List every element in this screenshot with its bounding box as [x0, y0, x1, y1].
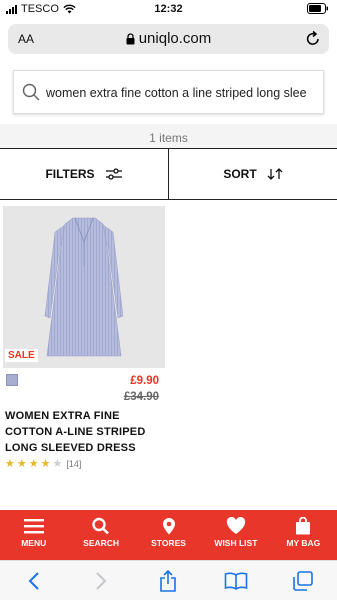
share-icon [160, 569, 177, 592]
filters-button[interactable]: FILTERS [0, 149, 169, 199]
product-card[interactable]: SALE £9.90 £34.90 WOMEN EXTRA FINE COTTO… [3, 206, 165, 470]
tabs-icon [293, 570, 314, 591]
product-name[interactable]: WOMEN EXTRA FINE COTTON A-LINE STRIPED L… [5, 408, 165, 456]
star-icon: ★ [28, 458, 39, 470]
nav-menu-label: MENU [21, 538, 47, 548]
results-count: 1 items [149, 131, 188, 145]
color-swatch[interactable] [6, 374, 18, 386]
sort-arrows-icon [267, 168, 283, 180]
search-input[interactable] [46, 82, 321, 104]
nav-bag[interactable]: MY BAG [270, 510, 337, 560]
rating-count: [14] [66, 458, 82, 469]
search-box[interactable] [13, 70, 324, 114]
tabs-button[interactable] [288, 566, 318, 596]
rating: ★ ★ ★ ★ ★ [14] [5, 457, 81, 470]
heart-icon [226, 517, 245, 534]
sort-button[interactable]: SORT [169, 149, 337, 199]
clock: 12:32 [154, 3, 183, 15]
star-icon: ★ [5, 458, 15, 470]
nav-search[interactable]: SEARCH [67, 510, 134, 560]
forward-button[interactable] [86, 566, 116, 596]
nav-bag-label: MY BAG [286, 538, 321, 548]
reload-icon[interactable] [305, 30, 321, 47]
nav-menu[interactable]: MENU [0, 510, 67, 560]
sale-badge: SALE [5, 349, 38, 362]
location-pin-icon [162, 518, 175, 535]
lock-icon [126, 33, 135, 45]
share-button[interactable] [153, 566, 183, 596]
sale-price: £9.90 [130, 375, 159, 387]
nav-wishlist-label: WISH LIST [214, 538, 258, 548]
product-image[interactable]: SALE [3, 206, 165, 368]
star-empty-icon: ★ [52, 458, 63, 470]
search-icon [92, 517, 110, 535]
battery-icon [307, 3, 329, 17]
nav-search-label: SEARCH [83, 538, 120, 548]
sliders-icon [105, 168, 122, 180]
book-icon [224, 572, 248, 590]
domain-text: uniqlo.com [138, 30, 212, 47]
dress-image [44, 217, 124, 357]
chevron-left-icon [28, 571, 39, 590]
status-bar: TESCO 12:32 [0, 0, 337, 20]
nav-wishlist[interactable]: WISH LIST [202, 510, 269, 560]
filters-label: FILTERS [45, 167, 95, 181]
chevron-right-icon [96, 571, 107, 590]
sort-label: SORT [223, 167, 257, 181]
original-price: £34.90 [123, 391, 159, 403]
bottom-nav: MENU SEARCH STORES WISH LIST MY BAG [0, 510, 337, 560]
bookmarks-button[interactable] [221, 566, 251, 596]
nav-stores-label: STORES [151, 538, 186, 548]
nav-stores[interactable]: STORES [135, 510, 202, 560]
back-button[interactable] [19, 566, 49, 596]
address-bar[interactable]: AA uniqlo.com [8, 24, 329, 54]
browser-toolbar [0, 560, 337, 600]
filter-sort-bar: FILTERS SORT [0, 148, 337, 200]
star-icon: ★ [16, 458, 27, 470]
menu-icon [23, 519, 44, 534]
shopping-bag-icon [296, 517, 311, 535]
url-display[interactable]: uniqlo.com [8, 30, 329, 47]
search-icon [22, 83, 40, 101]
star-icon: ★ [40, 458, 51, 470]
